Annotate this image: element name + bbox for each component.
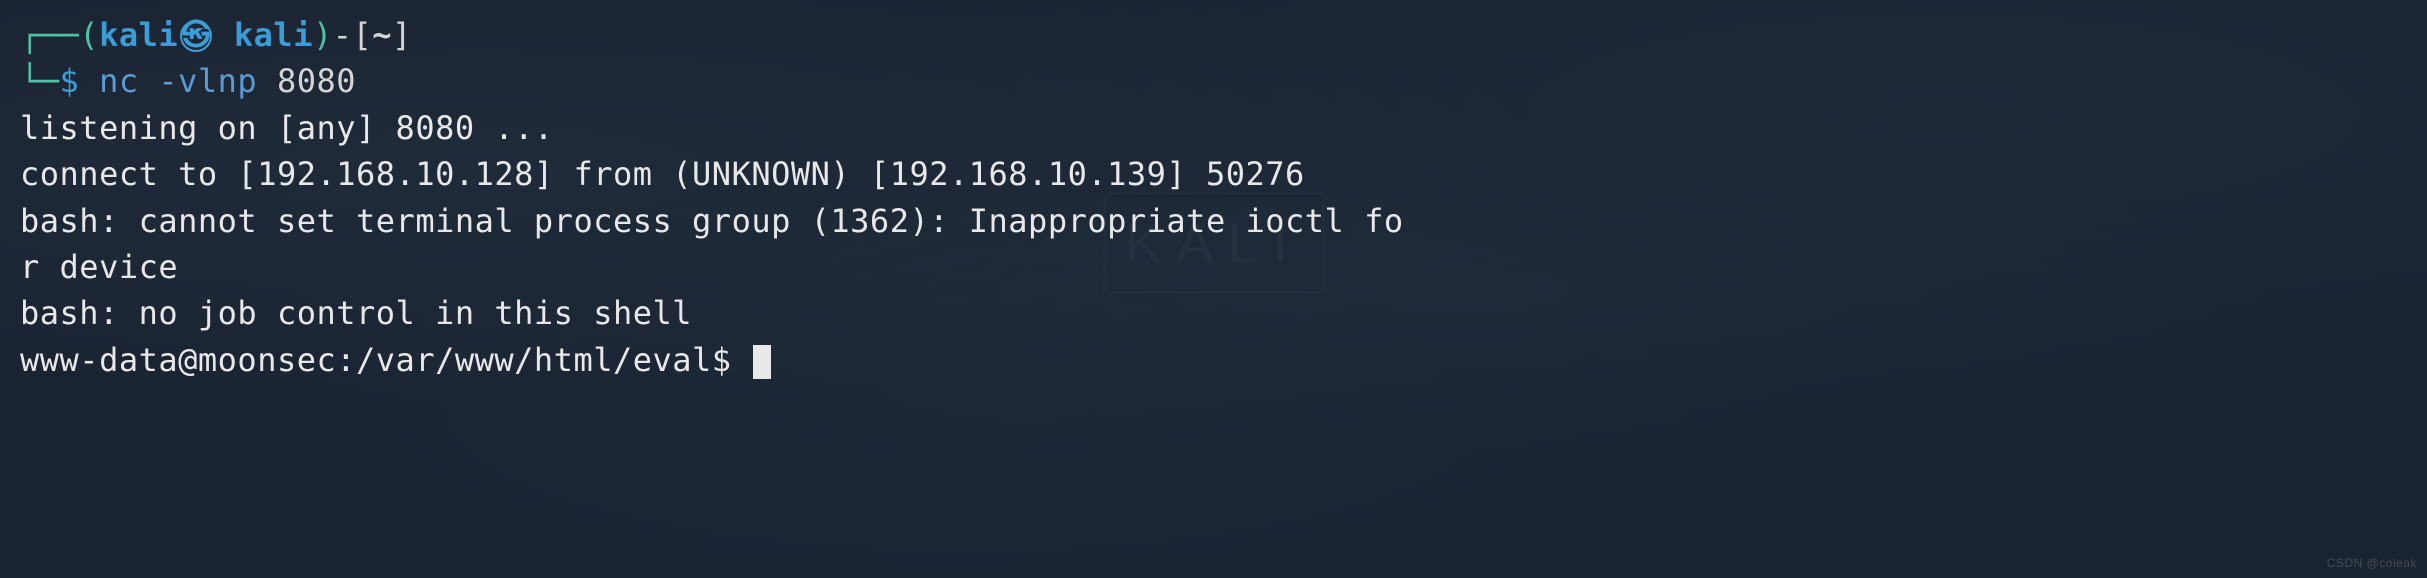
shell-prompt-line[interactable]: www-data@moonsec:/var/www/html/eval$ xyxy=(20,337,2407,383)
bracket-open: [ xyxy=(352,12,372,58)
prompt-user: kali xyxy=(99,12,178,58)
kali-skull-icon: ㉿ xyxy=(180,20,212,52)
prompt-dash: - xyxy=(333,12,353,58)
prompt-line-2[interactable]: └─$ nc -vlnp 8080 xyxy=(20,58,2407,104)
output-line-3: bash: cannot set terminal process group … xyxy=(20,198,2407,244)
prompt-line-1: ┌──(kali㉿ kali)-[~] xyxy=(20,12,2407,58)
output-line-1: listening on [any] 8080 ... xyxy=(20,105,2407,151)
output-line-2: connect to [192.168.10.128] from (UNKNOW… xyxy=(20,151,2407,197)
command-text: nc -vlnp xyxy=(99,58,257,104)
output-line-4: r device xyxy=(20,244,2407,290)
prompt-dollar: $ xyxy=(60,58,80,104)
output-line-5: bash: no job control in this shell xyxy=(20,290,2407,336)
paren-close: ) xyxy=(313,12,333,58)
cursor-block xyxy=(753,345,771,379)
box-corner-bottom: └─ xyxy=(20,58,60,104)
command-args: 8080 xyxy=(277,58,356,104)
paren-open: ( xyxy=(79,12,99,58)
box-corner-top: ┌── xyxy=(20,12,79,58)
prompt-path: ~ xyxy=(372,12,392,58)
prompt-host: kali xyxy=(234,12,313,58)
bracket-close: ] xyxy=(392,12,412,58)
remote-shell-prompt: www-data@moonsec:/var/www/html/eval$ xyxy=(20,341,751,379)
csdn-watermark: CSDN @coleak xyxy=(2327,555,2417,572)
